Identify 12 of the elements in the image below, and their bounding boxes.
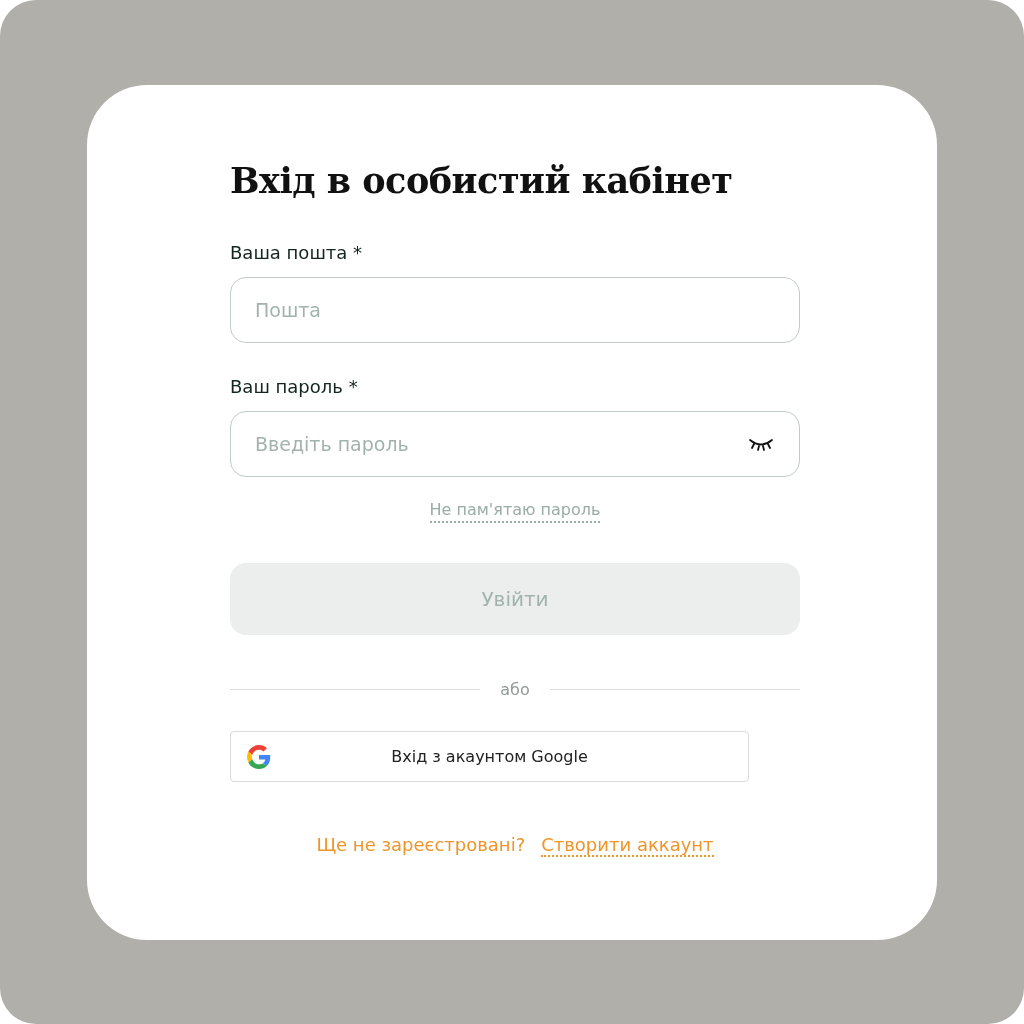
page-title: Вхід в особистий кабінет bbox=[230, 159, 734, 203]
password-field[interactable]: Введіть пароль bbox=[230, 411, 800, 477]
forgot-password-link[interactable]: Не пам'ятаю пароль bbox=[429, 499, 601, 523]
email-field[interactable]: Пошта bbox=[230, 277, 800, 343]
divider-text: або bbox=[500, 679, 530, 699]
google-sign-in-button[interactable]: Вхід з акаунтом Google bbox=[230, 731, 749, 782]
register-prompt: Ще не зареєстровані? bbox=[316, 834, 526, 857]
google-icon bbox=[247, 744, 271, 769]
field-label: Ваша пошта * bbox=[230, 241, 364, 265]
create-account-link[interactable]: Створити аккаунт bbox=[541, 834, 714, 857]
field-label: Ваш пароль * bbox=[230, 375, 359, 399]
closed-eye-icon[interactable] bbox=[748, 437, 774, 451]
